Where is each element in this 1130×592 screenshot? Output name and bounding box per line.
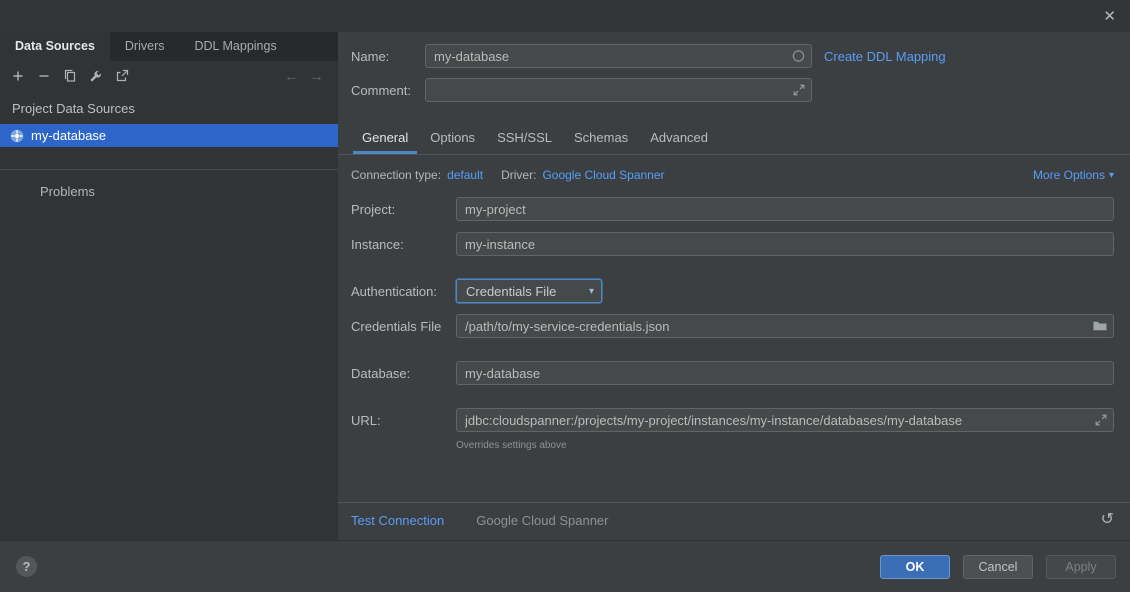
data-sources-dialog: ✕ Data Sources Drivers DDL Mappings	[0, 0, 1130, 592]
settings-tab-bar: General Options SSH/SSL Schemas Advanced	[351, 122, 1114, 154]
instance-field	[456, 232, 1114, 256]
tab-divider	[338, 154, 1130, 155]
copy-icon[interactable]	[60, 66, 80, 86]
credentials-file-input[interactable]	[456, 314, 1114, 338]
project-label: Project:	[351, 202, 456, 217]
more-options-label: More Options	[1033, 168, 1105, 182]
main-panel: Name: Create DDL Mapping Comment:	[338, 32, 1130, 540]
credentials-file-row: Credentials File	[351, 314, 1114, 338]
section-title-project-data-sources: Project Data Sources	[0, 91, 338, 124]
dialog-body: Data Sources Drivers DDL Mappings	[0, 32, 1130, 540]
name-label: Name:	[351, 49, 425, 64]
authentication-row: Authentication: Credentials File ▾	[351, 279, 1114, 303]
expand-icon[interactable]	[1094, 413, 1108, 427]
comment-input[interactable]	[425, 78, 812, 102]
test-connection-link[interactable]: Test Connection	[351, 513, 444, 528]
tab-data-sources[interactable]: Data Sources	[0, 32, 110, 61]
help-icon[interactable]: ?	[16, 556, 37, 577]
sidebar: Data Sources Drivers DDL Mappings	[0, 32, 338, 540]
instance-row: Instance:	[351, 232, 1114, 256]
close-icon[interactable]: ✕	[1103, 9, 1116, 24]
revert-icon[interactable]: ↺	[1101, 512, 1114, 528]
tab-ssh-ssl[interactable]: SSH/SSL	[486, 122, 563, 154]
url-row: URL:	[351, 408, 1114, 432]
tab-options[interactable]: Options	[419, 122, 486, 154]
name-input[interactable]	[425, 44, 812, 68]
instance-input[interactable]	[456, 232, 1114, 256]
url-label: URL:	[351, 413, 456, 428]
tab-drivers[interactable]: Drivers	[110, 32, 180, 61]
credentials-file-label: Credentials File	[351, 319, 456, 334]
data-source-item-label: my-database	[31, 128, 106, 143]
authentication-selected-value: Credentials File	[466, 284, 556, 299]
credentials-file-field	[456, 314, 1114, 338]
expand-icon[interactable]	[792, 83, 806, 97]
driver-link[interactable]: Google Cloud Spanner	[542, 168, 664, 182]
url-override-note: Overrides settings above	[456, 440, 567, 451]
open-in-new-window-icon[interactable]	[112, 66, 132, 86]
database-input[interactable]	[456, 361, 1114, 385]
cancel-button[interactable]: Cancel	[963, 555, 1033, 579]
forward-icon[interactable]: →	[309, 68, 324, 85]
add-icon[interactable]	[8, 66, 28, 86]
authentication-select[interactable]: Credentials File ▾	[456, 279, 602, 303]
name-row: Name: Create DDL Mapping	[351, 44, 1114, 68]
ok-button[interactable]: OK	[880, 555, 950, 579]
tab-advanced[interactable]: Advanced	[639, 122, 719, 154]
folder-icon[interactable]	[1092, 318, 1108, 334]
authentication-label: Authentication:	[351, 284, 456, 299]
database-row: Database:	[351, 361, 1114, 385]
connection-type-link[interactable]: default	[447, 168, 483, 182]
properties-wrench-icon[interactable]	[86, 66, 106, 86]
project-row: Project:	[351, 197, 1114, 221]
url-note-row: Overrides settings above	[456, 436, 1114, 451]
comment-row: Comment:	[351, 78, 1114, 102]
dialog-buttons: OK Cancel Apply	[880, 555, 1116, 579]
name-field	[425, 44, 812, 68]
remove-icon[interactable]	[34, 66, 54, 86]
cloud-spanner-icon	[10, 129, 24, 143]
instance-label: Instance:	[351, 237, 456, 252]
tab-schemas[interactable]: Schemas	[563, 122, 639, 154]
create-ddl-mapping-link[interactable]: Create DDL Mapping	[824, 49, 946, 64]
problems-section-label[interactable]: Problems	[0, 170, 338, 199]
tab-general[interactable]: General	[351, 122, 419, 154]
project-field	[456, 197, 1114, 221]
sidebar-tab-bar: Data Sources Drivers DDL Mappings	[0, 32, 338, 61]
data-source-item-my-database[interactable]: my-database	[0, 124, 338, 147]
sidebar-toolbar: ← →	[0, 61, 338, 91]
history-nav: ← →	[284, 68, 330, 85]
comment-field	[425, 78, 812, 102]
more-options-link[interactable]: More Options ▾	[1033, 168, 1114, 182]
connection-form: Project: Instance: Authentication: Crede…	[351, 197, 1114, 451]
tab-ddl-mappings[interactable]: DDL Mappings	[180, 32, 292, 61]
main-spacer	[351, 451, 1114, 502]
driver-label: Driver:	[501, 168, 536, 182]
apply-button[interactable]: Apply	[1046, 555, 1116, 579]
chevron-down-icon: ▾	[1109, 170, 1114, 181]
project-input[interactable]	[456, 197, 1114, 221]
comment-label: Comment:	[351, 83, 425, 98]
footer-driver-name: Google Cloud Spanner	[476, 513, 608, 528]
bottom-bar: ? OK Cancel Apply	[0, 540, 1130, 592]
database-field	[456, 361, 1114, 385]
loading-circle-icon	[791, 49, 806, 64]
test-connection-row: Test Connection Google Cloud Spanner ↺	[351, 503, 1114, 540]
back-icon[interactable]: ←	[284, 68, 299, 85]
connection-type-label: Connection type:	[351, 168, 441, 182]
database-label: Database:	[351, 366, 456, 381]
connection-summary-row: Connection type: default Driver: Google …	[351, 168, 1114, 182]
url-field	[456, 408, 1114, 432]
url-input[interactable]	[456, 408, 1114, 432]
titlebar: ✕	[0, 0, 1130, 32]
chevron-down-icon: ▾	[589, 286, 594, 297]
